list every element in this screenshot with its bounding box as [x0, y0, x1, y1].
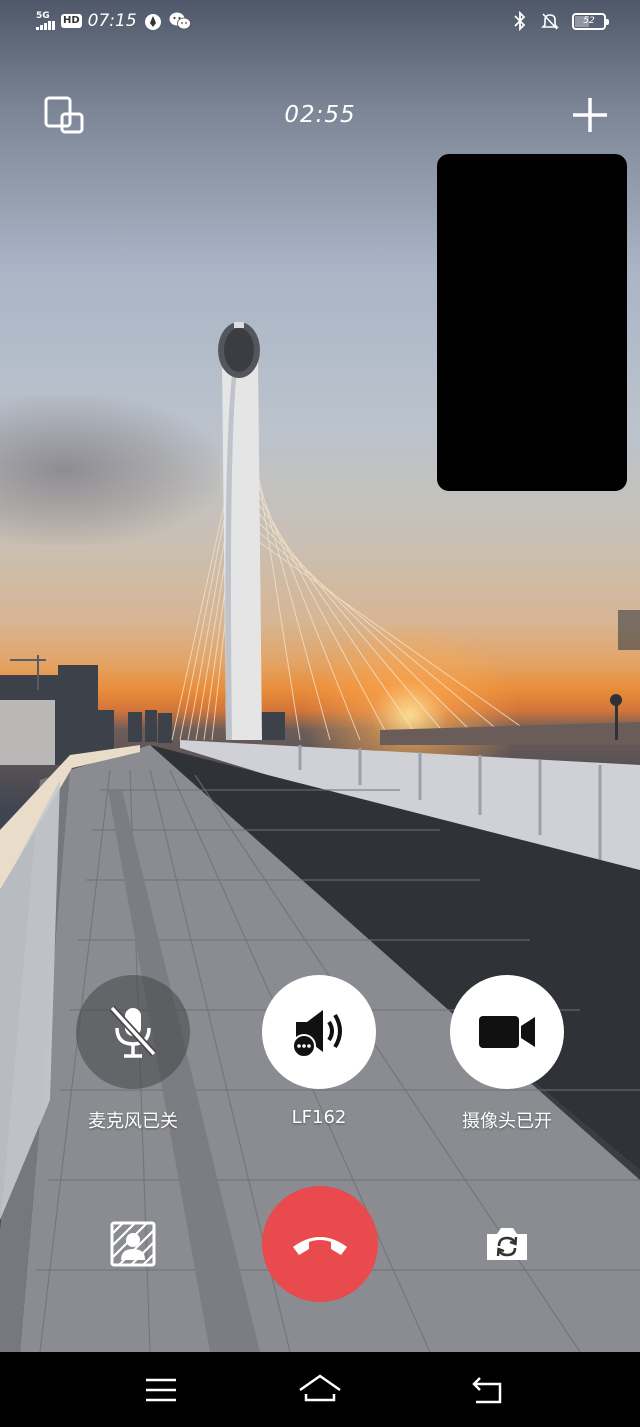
audio-output-button[interactable] [262, 975, 376, 1089]
background-blur-icon [110, 1221, 156, 1267]
mute-icon [541, 13, 559, 30]
mic-off-icon [109, 1005, 157, 1058]
background-blur-button[interactable] [109, 1220, 157, 1268]
battery-icon: 52 [572, 12, 609, 30]
self-video-preview[interactable] [437, 154, 627, 491]
back-button[interactable] [466, 1370, 510, 1410]
hang-up-button[interactable] [262, 1186, 378, 1302]
mic-toggle-button[interactable] [76, 975, 190, 1089]
home-button[interactable] [298, 1370, 342, 1410]
hd-badge: HD [61, 14, 82, 28]
app-notification-icon [144, 14, 161, 30]
battery-level: 52 [583, 15, 595, 26]
bluetooth-icon [514, 11, 526, 31]
phone-hangup-icon [293, 1237, 347, 1255]
switch-camera-button[interactable] [483, 1224, 531, 1264]
camera-control: 摄像头已开 [450, 975, 564, 1133]
speaker-icon [292, 1010, 342, 1058]
status-time: 07:15 [87, 11, 137, 31]
camera-toggle-button[interactable] [450, 975, 564, 1089]
video-call-screen: 5G HD 07:15 52 02:55 麦克风已关 LF162 摄像头已开 [0, 0, 640, 1427]
speaker-control: LF162 [262, 975, 376, 1128]
video-camera-icon [479, 1016, 535, 1048]
mic-control: 麦克风已关 [76, 975, 190, 1133]
system-nav-bar [0, 1352, 640, 1427]
call-timer: 02:55 [284, 102, 356, 128]
menu-icon [146, 1378, 176, 1402]
back-icon [472, 1377, 502, 1404]
plus-icon [573, 98, 607, 132]
cellular-signal-icon: 5G [36, 12, 55, 30]
home-icon [299, 1374, 341, 1402]
audio-output-label: LF162 [291, 1107, 347, 1128]
status-bar: 5G HD 07:15 52 [0, 0, 640, 48]
add-participant-button[interactable] [570, 95, 610, 135]
mic-status-label: 麦克风已关 [88, 1111, 178, 1132]
wechat-icon [169, 12, 191, 30]
switch-camera-icon [487, 1228, 527, 1260]
camera-status-label: 摄像头已开 [462, 1111, 552, 1132]
recents-button[interactable] [139, 1370, 183, 1410]
